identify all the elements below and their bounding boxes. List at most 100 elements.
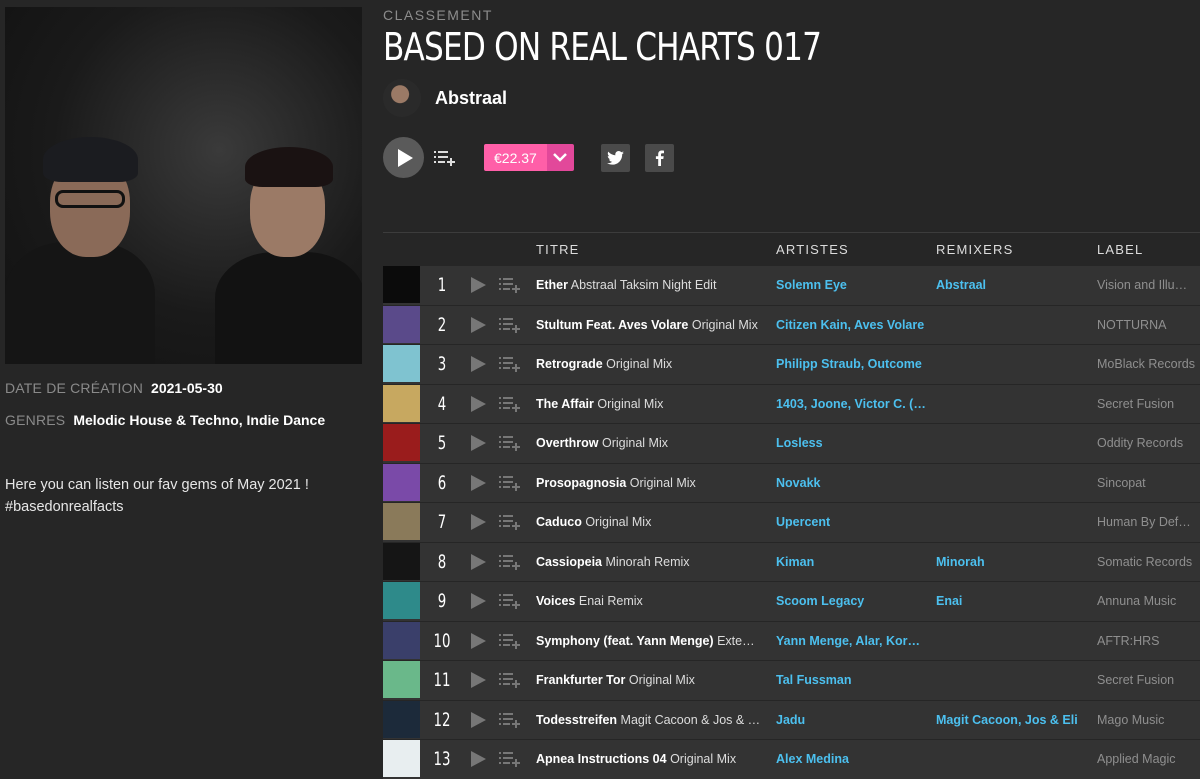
track-artwork[interactable] bbox=[383, 266, 420, 303]
add-to-queue-icon[interactable] bbox=[499, 554, 521, 570]
play-track-button[interactable] bbox=[471, 632, 486, 649]
play-track-button[interactable] bbox=[471, 277, 486, 294]
track-artwork[interactable] bbox=[383, 582, 420, 619]
track-label[interactable]: Applied Magic bbox=[1097, 752, 1197, 766]
track-title[interactable]: Voices Enai Remix bbox=[536, 594, 761, 608]
track-artists[interactable]: Yann Menge, Alar, Korol… bbox=[776, 634, 926, 648]
track-title[interactable]: Symphony (feat. Yann Menge) Exte… bbox=[536, 634, 761, 648]
track-artists[interactable]: Jadu bbox=[776, 713, 926, 727]
author-name[interactable]: Abstraal bbox=[435, 88, 507, 109]
track-artwork[interactable] bbox=[383, 305, 420, 343]
track-name[interactable]: Frankfurter Tor bbox=[536, 673, 625, 687]
table-row[interactable]: 10 Symphony (feat. Yann Menge) Exte… Yann … bbox=[383, 621, 1200, 661]
play-track-button[interactable] bbox=[471, 395, 486, 412]
add-to-queue-icon[interactable] bbox=[499, 277, 521, 294]
add-to-queue-icon[interactable] bbox=[499, 593, 521, 610]
play-all-button[interactable] bbox=[383, 137, 424, 178]
genres-value[interactable]: Melodic House & Techno, Indie Dance bbox=[73, 412, 325, 428]
table-row[interactable]: 11 Frankfurter Tor Original Mix Tal Fussma… bbox=[383, 661, 1200, 701]
track-artwork[interactable] bbox=[383, 621, 420, 659]
play-track-button[interactable] bbox=[471, 711, 486, 728]
header-label[interactable]: LABEL bbox=[1097, 242, 1143, 257]
track-artwork[interactable] bbox=[383, 503, 420, 540]
track-artwork[interactable] bbox=[383, 542, 420, 580]
track-artwork[interactable] bbox=[383, 700, 420, 738]
track-artwork[interactable] bbox=[383, 661, 420, 698]
track-label[interactable]: Vision and Illu… bbox=[1097, 278, 1197, 292]
track-label[interactable]: MoBlack Records bbox=[1097, 357, 1197, 371]
play-track-button[interactable] bbox=[471, 474, 486, 491]
track-title[interactable]: Ether Abstraal Taksim Night Edit bbox=[536, 278, 761, 292]
track-title[interactable]: Apnea Instructions 04 Original Mix bbox=[536, 752, 761, 766]
header-title[interactable]: TITRE bbox=[536, 242, 580, 257]
add-to-queue-icon[interactable] bbox=[499, 751, 521, 768]
add-to-queue-icon[interactable] bbox=[499, 435, 521, 452]
chart-author[interactable]: Abstraal bbox=[383, 79, 1200, 117]
header-remixers[interactable]: REMIXERS bbox=[936, 242, 1014, 257]
track-artwork[interactable] bbox=[383, 384, 420, 422]
buy-price-button[interactable]: €22.37 bbox=[484, 144, 547, 171]
track-name[interactable]: The Affair bbox=[536, 397, 594, 411]
add-to-queue-icon[interactable] bbox=[499, 633, 521, 649]
track-artists[interactable]: Alex Medina bbox=[776, 752, 926, 766]
buy-options-dropdown[interactable] bbox=[546, 144, 574, 171]
table-row[interactable]: 13 Apnea Instructions 04 Original Mix Alex… bbox=[383, 740, 1200, 779]
table-row[interactable]: 7 Caduco Original Mix Upercent Human By Def… bbox=[383, 503, 1200, 543]
track-artists[interactable]: Scoom Legacy bbox=[776, 594, 926, 608]
table-row[interactable]: 4 The Affair Original Mix 1403, Joone, Vic… bbox=[383, 384, 1200, 424]
play-track-button[interactable] bbox=[471, 553, 486, 570]
track-artwork[interactable] bbox=[383, 740, 420, 777]
track-label[interactable]: AFTR:HRS bbox=[1097, 634, 1197, 648]
track-label[interactable]: Sincopat bbox=[1097, 476, 1197, 490]
track-label[interactable]: Mago Music bbox=[1097, 713, 1197, 727]
table-row[interactable]: 12 Todesstreifen Magit Cacoon & Jos & … Ja… bbox=[383, 700, 1200, 740]
table-row[interactable]: 5 Overthrow Original Mix Losless Oddity Rec… bbox=[383, 424, 1200, 464]
play-track-button[interactable] bbox=[471, 751, 486, 768]
track-name[interactable]: Voices bbox=[536, 594, 575, 608]
track-name[interactable]: Ether bbox=[536, 278, 568, 292]
avatar[interactable] bbox=[383, 79, 421, 117]
track-label[interactable]: Somatic Records bbox=[1097, 555, 1197, 569]
track-artists[interactable]: Philipp Straub, Outcome bbox=[776, 357, 926, 371]
track-remixers[interactable]: Minorah bbox=[936, 555, 1086, 569]
track-title[interactable]: The Affair Original Mix bbox=[536, 397, 761, 411]
track-label[interactable]: Human By Def… bbox=[1097, 515, 1197, 529]
track-label[interactable]: Annuna Music bbox=[1097, 594, 1197, 608]
track-artists[interactable]: Citizen Kain, Aves Volare bbox=[776, 318, 926, 332]
table-row[interactable]: 9 Voices Enai Remix Scoom Legacy Enai Annuna… bbox=[383, 582, 1200, 622]
track-name[interactable]: Overthrow bbox=[536, 436, 599, 450]
track-label[interactable]: Secret Fusion bbox=[1097, 397, 1197, 411]
track-artists[interactable]: Solemn Eye bbox=[776, 278, 926, 292]
header-artists[interactable]: ARTISTES bbox=[776, 242, 849, 257]
track-name[interactable]: Todesstreifen bbox=[536, 713, 617, 727]
track-artists[interactable]: Novakk bbox=[776, 476, 926, 490]
track-artwork[interactable] bbox=[383, 424, 420, 461]
play-track-button[interactable] bbox=[471, 514, 486, 531]
play-track-button[interactable] bbox=[471, 672, 486, 689]
track-name[interactable]: Prosopagnosia bbox=[536, 476, 626, 490]
share-twitter-button[interactable] bbox=[600, 143, 630, 172]
track-title[interactable]: Retrograde Original Mix bbox=[536, 357, 761, 371]
track-name[interactable]: Retrograde bbox=[536, 357, 603, 371]
track-remixers[interactable]: Magit Cacoon, Jos & Eli bbox=[936, 713, 1086, 727]
add-to-queue-icon[interactable] bbox=[499, 672, 521, 689]
track-title[interactable]: Cassiopeia Minorah Remix bbox=[536, 555, 761, 569]
track-artwork[interactable] bbox=[383, 463, 420, 501]
add-to-queue-icon[interactable] bbox=[499, 712, 521, 728]
track-artwork[interactable] bbox=[383, 345, 420, 382]
play-track-button[interactable] bbox=[471, 316, 486, 333]
track-name[interactable]: Cassiopeia bbox=[536, 555, 602, 569]
play-track-button[interactable] bbox=[471, 356, 486, 373]
table-row[interactable]: 1 Ether Abstraal Taksim Night Edit Solemn … bbox=[383, 266, 1200, 306]
add-to-queue-icon[interactable] bbox=[499, 514, 521, 531]
track-remixers[interactable]: Enai bbox=[936, 594, 1086, 608]
track-name[interactable]: Apnea Instructions 04 bbox=[536, 752, 667, 766]
track-title[interactable]: Prosopagnosia Original Mix bbox=[536, 476, 761, 490]
add-to-queue-icon[interactable] bbox=[434, 150, 456, 166]
add-to-queue-icon[interactable] bbox=[499, 396, 521, 412]
table-row[interactable]: 3 Retrograde Original Mix Philipp Straub, … bbox=[383, 345, 1200, 385]
track-artists[interactable]: 1403, Joone, Victor C. (… bbox=[776, 397, 926, 411]
table-row[interactable]: 6 Prosopagnosia Original Mix Novakk Sincopa… bbox=[383, 463, 1200, 503]
track-remixers[interactable]: Abstraal bbox=[936, 278, 1086, 292]
track-artists[interactable]: Tal Fussman bbox=[776, 673, 926, 687]
